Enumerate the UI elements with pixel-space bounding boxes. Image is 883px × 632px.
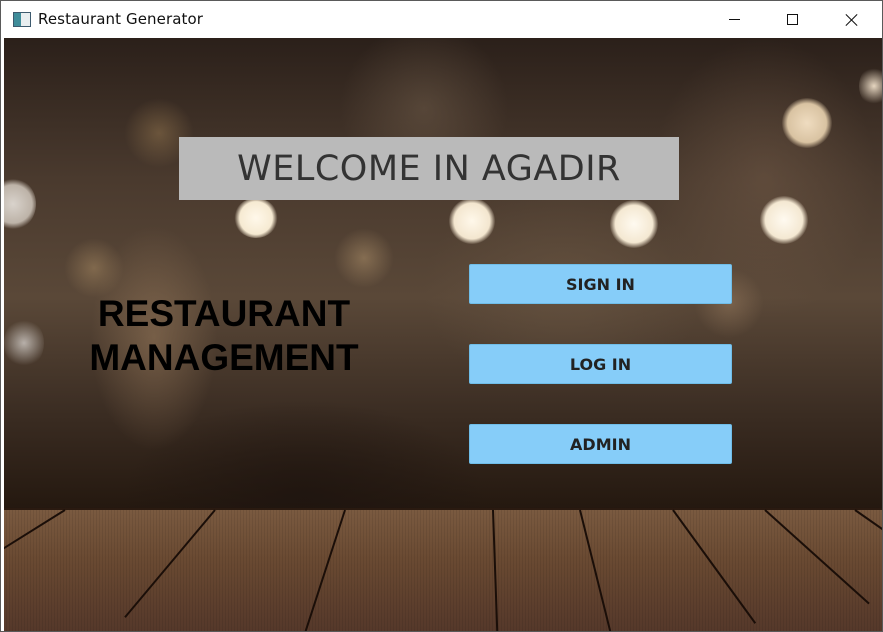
title-bar[interactable]: Restaurant Generator	[1, 1, 882, 38]
log-in-button[interactable]: LOG IN	[469, 344, 732, 384]
app-heading: RESTAURANT MANAGEMENT	[74, 292, 374, 380]
plank-line	[124, 509, 216, 618]
bokeh-light	[859, 66, 882, 106]
bokeh-light	[782, 98, 832, 148]
wooden-floor	[4, 509, 882, 631]
bokeh-light	[334, 228, 394, 288]
plank-line	[672, 509, 757, 624]
close-button[interactable]	[822, 1, 880, 38]
plank-line	[854, 509, 882, 580]
plank-line	[579, 509, 613, 631]
plank-line	[492, 509, 499, 631]
minimize-button[interactable]	[705, 1, 763, 38]
maximize-button[interactable]	[763, 1, 821, 38]
sign-in-button[interactable]: SIGN IN	[469, 264, 732, 304]
admin-button[interactable]: ADMIN	[469, 424, 732, 464]
minimize-icon	[728, 19, 740, 20]
plank-line	[764, 509, 870, 605]
welcome-text: WELCOME IN AGADIR	[237, 148, 621, 189]
app-heading-line2: MANAGEMENT	[89, 337, 359, 378]
app-window-icon	[13, 12, 31, 27]
bokeh-light	[234, 198, 278, 238]
bokeh-light	[610, 200, 658, 248]
bokeh-light	[64, 238, 124, 298]
window-title: Restaurant Generator	[38, 10, 204, 28]
main-panel: WELCOME IN AGADIR RESTAURANT MANAGEMENT …	[4, 38, 882, 631]
bokeh-light	[4, 178, 36, 230]
bokeh-light	[449, 198, 495, 244]
close-icon	[845, 13, 858, 26]
app-heading-line1: RESTAURANT	[97, 293, 351, 334]
bokeh-light	[4, 318, 44, 368]
maximize-icon	[786, 14, 798, 25]
background-image	[4, 38, 882, 510]
plank-line	[4, 509, 66, 586]
app-window: Restaurant Generator WELCOME IN AGADIR R…	[0, 0, 883, 632]
bokeh-light	[760, 196, 808, 244]
plank-line	[303, 509, 346, 631]
welcome-banner: WELCOME IN AGADIR	[179, 137, 679, 200]
